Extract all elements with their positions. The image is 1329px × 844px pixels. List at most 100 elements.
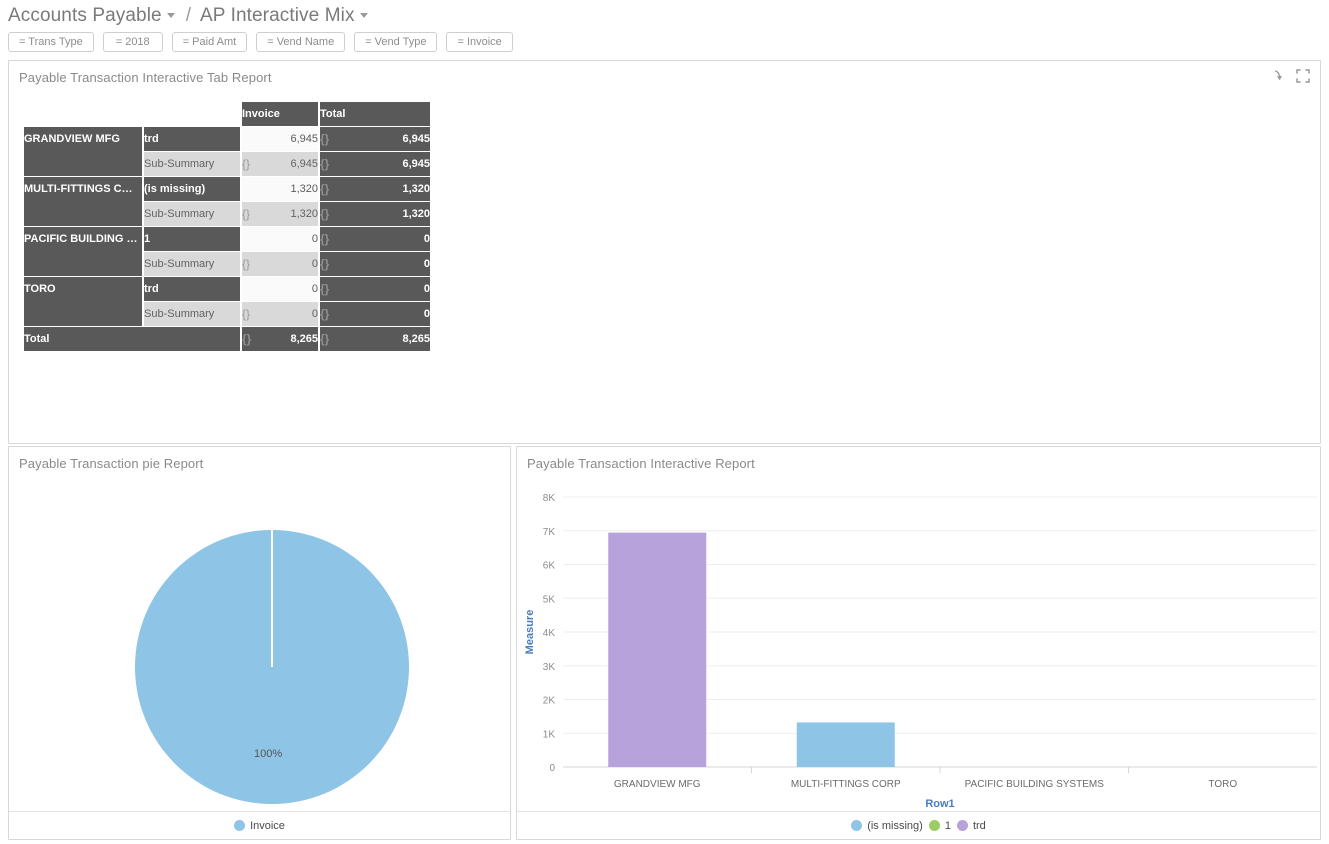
table-header-total[interactable]: Total (320, 102, 430, 126)
table-cell-invoice[interactable]: 6,945 (242, 127, 318, 151)
table-total-invoice[interactable]: {} 8,265 (242, 327, 318, 351)
breadcrumb-label: AP Interactive Mix (200, 5, 355, 26)
table-cell-total-value: 0 (424, 283, 430, 295)
y-axis-tick-label: 2K (543, 696, 556, 707)
table-total-total[interactable]: {}8,265 (320, 327, 430, 351)
breadcrumb-item-accounts-payable[interactable]: Accounts Payable (8, 5, 177, 27)
table-dimension-label[interactable]: 1 (144, 227, 240, 251)
filter-pill-invoice[interactable]: = Invoice (446, 32, 512, 52)
table-sub-summary-label: Sub-Summary (144, 302, 240, 326)
pie-chart-area: 100% (9, 475, 510, 809)
legend-item-invoice[interactable]: Invoice (234, 820, 285, 832)
table-sub-summary-label: Sub-Summary (144, 252, 240, 276)
braces-symbol: {} (320, 302, 329, 326)
braces-symbol: {} (320, 202, 329, 226)
braces-symbol: {} (242, 327, 251, 351)
x-axis-tick-label: GRANDVIEW MFG (614, 779, 701, 790)
table-cell-total[interactable]: {}1,320 (320, 177, 430, 201)
legend-color-dot (851, 820, 862, 831)
table-cell-total[interactable]: {}0 (320, 227, 430, 251)
table-cell-total-sub[interactable]: {}6,945 (320, 152, 430, 176)
table-row: MULTI-FITTINGS C… (is missing) 1,320 {}1… (24, 177, 430, 201)
bar--is-missing-[interactable] (797, 722, 895, 767)
table-total-row: Total {}8,265 {}8,265 (24, 327, 430, 351)
table-cell-total-value: 1,320 (402, 183, 430, 195)
table-total-label: Total (24, 327, 240, 351)
table-cell-invoice-sub[interactable]: {}6,945 (242, 152, 318, 176)
pie-legend: Invoice (9, 811, 510, 839)
legend-color-dot (929, 820, 940, 831)
y-axis-tick-label: 8K (543, 493, 556, 504)
report-table: Invoice Total GRANDVIEW MFG trd 6,945 {}… (22, 101, 432, 352)
legend-item-trd[interactable]: trd (957, 820, 986, 832)
bar-chart-area: 01K2K3K4K5K6K7K8KMeasureGRANDVIEW MFGMUL… (517, 475, 1320, 809)
chevron-down-icon[interactable] (360, 13, 368, 18)
panel-tab-report: Payable Transaction Interactive Tab Repo… (8, 60, 1321, 444)
pie-chart[interactable] (9, 475, 510, 811)
table-dimension-label[interactable]: trd (144, 277, 240, 301)
table-cell-total-sub-value: 1,320 (402, 208, 430, 220)
filter-pill-trans-type[interactable]: = Trans Type (8, 32, 94, 52)
filter-pill-vend-type[interactable]: = Vend Type (354, 32, 437, 52)
table-cell-total-sub[interactable]: {} 0 (320, 302, 430, 326)
x-axis-tick-label: MULTI-FITTINGS CORP (791, 779, 901, 790)
legend-label: 1 (945, 820, 951, 832)
table-cell-total-sub-value: 0 (424, 308, 430, 320)
braces-symbol: {} (242, 202, 250, 226)
legend-color-dot (957, 820, 968, 831)
table-group-name[interactable]: MULTI-FITTINGS C… (24, 177, 142, 226)
table-cell-total-sub[interactable]: {}0 (320, 252, 430, 276)
table-header-blank-2 (144, 102, 240, 126)
breadcrumb-item-ap-interactive-mix[interactable]: AP Interactive Mix (200, 5, 370, 27)
table-group-name[interactable]: GRANDVIEW MFG (24, 127, 142, 176)
legend-label: trd (973, 820, 986, 832)
table-cell-total-sub[interactable]: {} 1,320 (320, 202, 430, 226)
table-cell-invoice[interactable]: 0 (242, 227, 318, 251)
chevron-down-icon[interactable] (167, 13, 175, 18)
y-axis-tick-label: 5K (543, 594, 556, 605)
filter-bar: = Trans Type = 2018 = Paid Amt = Vend Na… (0, 28, 1329, 54)
table-group-name[interactable]: PACIFIC BUILDING … (24, 227, 142, 276)
fullscreen-expand-icon[interactable] (1296, 69, 1310, 83)
table-cell-total[interactable]: {}6,945 (320, 127, 430, 151)
legend-item-is-missing[interactable]: (is missing) (851, 820, 923, 832)
table-sub-summary-label: Sub-Summary (144, 152, 240, 176)
bar-chart[interactable]: 01K2K3K4K5K6K7K8KMeasureGRANDVIEW MFGMUL… (517, 475, 1320, 811)
table-row: TORO trd 0 {}0 (24, 277, 430, 301)
table-cell-total-sub-value: 0 (424, 258, 430, 270)
table-cell-invoice[interactable]: 0 (242, 277, 318, 301)
panel-bar-report: Payable Transaction Interactive Report 0… (516, 446, 1321, 840)
filter-pill-paid-amt[interactable]: = Paid Amt (172, 32, 248, 52)
legend-item-1[interactable]: 1 (929, 820, 951, 832)
table-dimension-label[interactable]: (is missing) (144, 177, 240, 201)
braces-symbol: {} (320, 127, 329, 151)
y-axis-title: Measure (524, 610, 536, 655)
braces-symbol: {} (242, 252, 250, 276)
table-dimension-label[interactable]: trd (144, 127, 240, 151)
table-group-name[interactable]: TORO (24, 277, 142, 326)
table-cell-total-sub-value: 6,945 (402, 158, 430, 170)
panel-title-tab-report: Payable Transaction Interactive Tab Repo… (9, 61, 1320, 85)
panel-toolbar (1272, 69, 1310, 83)
export-arrow-icon[interactable] (1272, 69, 1286, 83)
braces-symbol: {} (320, 327, 329, 351)
legend-label: (is missing) (867, 820, 923, 832)
table-cell-invoice[interactable]: 1,320 (242, 177, 318, 201)
y-axis-tick-label: 4K (543, 628, 556, 639)
x-axis-title: Row1 (925, 798, 954, 810)
table-header-invoice[interactable]: Invoice (242, 102, 318, 126)
table-cell-invoice-sub[interactable]: {}0 (242, 252, 318, 276)
braces-symbol: {} (242, 302, 250, 326)
filter-pill-2018[interactable]: = 2018 (103, 32, 163, 52)
y-axis-tick-label: 1K (543, 729, 556, 740)
table-cell-total[interactable]: {} 0 (320, 277, 430, 301)
braces-symbol: {} (320, 277, 329, 301)
table-total-invoice-value: 8,265 (290, 333, 318, 345)
table-cell-invoice-sub[interactable]: {}0 (242, 302, 318, 326)
table-cell-invoice-sub[interactable]: {}1,320 (242, 202, 318, 226)
y-axis-tick-label: 7K (543, 527, 556, 538)
table-row: GRANDVIEW MFG trd 6,945 {}6,945 (24, 127, 430, 151)
table-header-row: Invoice Total (24, 102, 430, 126)
filter-pill-vend-name[interactable]: = Vend Name (256, 32, 345, 52)
bar-trd[interactable] (608, 533, 706, 767)
